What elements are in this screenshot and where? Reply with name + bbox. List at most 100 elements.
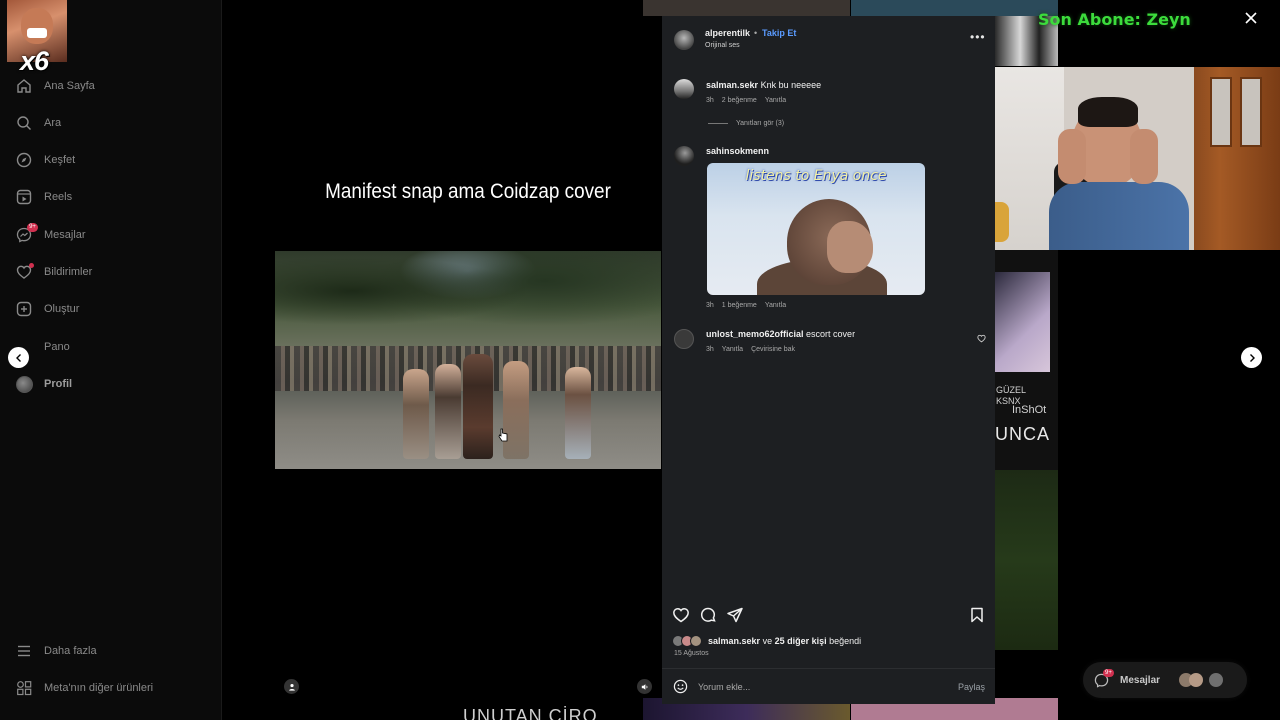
like-comment-icon[interactable]	[977, 334, 986, 343]
sidebar-item-search[interactable]: Ara	[16, 109, 206, 137]
video-dancer	[403, 369, 429, 459]
heart-icon	[16, 263, 34, 280]
comment-username[interactable]: unlost_memo62official	[706, 329, 804, 339]
sidebar-item-profile[interactable]: Profil	[16, 370, 206, 398]
right-thumbnail[interactable]	[995, 272, 1050, 372]
author-username[interactable]: alperentilk	[705, 28, 750, 38]
post-comment-button[interactable]: Paylaş	[958, 682, 985, 692]
meta-products-button[interactable]: Meta'nın diğer ürünleri	[16, 674, 206, 702]
next-post-button[interactable]	[1241, 347, 1262, 368]
subscriber-banner: Son Abone: Zeyn	[1038, 10, 1191, 29]
search-icon	[16, 115, 32, 131]
thumbnail-text: UNUTAN CİRO	[463, 706, 598, 720]
avatar	[1209, 673, 1223, 687]
share-icon[interactable]	[726, 606, 744, 624]
webcam-overlay	[954, 67, 1280, 250]
close-icon[interactable]	[1243, 10, 1259, 26]
video-dancer	[435, 364, 461, 459]
notification-dot	[29, 263, 34, 268]
plus-square-icon	[16, 301, 32, 317]
messenger-icon: 9+	[16, 223, 38, 243]
sidebar-item-create[interactable]: Oluştur	[16, 295, 206, 323]
follow-button[interactable]: Takip Et	[762, 28, 796, 38]
mute-button[interactable]	[637, 679, 652, 694]
see-translation-button[interactable]: Çevirisine bak	[751, 346, 795, 353]
post-video[interactable]	[275, 251, 661, 469]
hamburger-icon	[16, 643, 32, 659]
chevron-right-icon	[1249, 353, 1255, 362]
user-icon	[288, 683, 295, 691]
see-replies-button[interactable]: Yanıtları gör (3)	[708, 120, 784, 127]
more-menu-button[interactable]: Daha fazla	[16, 637, 206, 665]
meme-face	[21, 8, 53, 44]
tile-text: InShOt	[1012, 404, 1047, 416]
comment-icon[interactable]	[699, 606, 717, 624]
comment-likes[interactable]: 1 beğenme	[722, 302, 757, 309]
post-actions	[662, 606, 995, 628]
sidebar-item-reels[interactable]: Reels	[16, 183, 206, 211]
comment-username[interactable]: sahinsokmenn	[706, 146, 769, 156]
top-thumbnail[interactable]	[851, 0, 1058, 16]
grid-apps-icon	[16, 680, 32, 696]
video-dancer	[503, 361, 529, 459]
comment-composer: Paylaş	[662, 668, 995, 704]
webcam-person-shirt	[1049, 182, 1189, 250]
sidebar-item-label: Reels	[44, 191, 73, 203]
reply-button[interactable]: Yanıtla	[765, 97, 786, 104]
webcam-door	[1194, 67, 1280, 250]
reply-button[interactable]: Yanıtla	[722, 346, 743, 353]
sidebar-item-explore[interactable]: Keşfet	[16, 146, 206, 174]
sidebar-item-messages[interactable]: 9+ Mesajlar	[16, 221, 206, 249]
like-icon[interactable]	[672, 606, 690, 624]
author-avatar[interactable]	[674, 30, 694, 50]
reels-icon	[16, 189, 32, 205]
post-caption: Manifest snap ama Coidzap cover	[325, 180, 611, 203]
top-thumbnail[interactable]	[643, 0, 850, 16]
sidebar-item-dashboard[interactable]: Pano	[16, 333, 206, 361]
meta-products-label: Meta'nın diğer ürünleri	[44, 682, 154, 694]
comment-time: 3h	[706, 97, 714, 104]
audio-label[interactable]: Orijinal ses	[705, 42, 740, 49]
video-dancer	[565, 367, 591, 459]
right-thumbnail[interactable]	[995, 470, 1058, 650]
video-trees	[275, 251, 661, 351]
likes-summary: salman.sekr ve 25 diğer kişi beğendi	[672, 635, 861, 647]
comment-time: 3h	[706, 302, 714, 309]
save-bookmark-icon[interactable]	[968, 606, 986, 624]
comment-username[interactable]: salman.sekr	[706, 80, 758, 90]
commenter-avatar[interactable]	[674, 79, 694, 99]
webcam-door-glass	[1210, 77, 1232, 147]
reply-button[interactable]: Yanıtla	[765, 302, 786, 309]
see-replies-label: Yanıtları gör (3)	[736, 120, 785, 127]
sidebar-item-notifications[interactable]: Bildirimler	[16, 258, 206, 286]
video-dancer	[463, 354, 493, 459]
tag-user-button[interactable]	[284, 679, 299, 694]
avatar	[690, 635, 702, 647]
commenter-avatar[interactable]	[674, 329, 694, 349]
comment-input[interactable]	[698, 679, 938, 695]
sidebar-item-label: Pano	[44, 341, 70, 353]
comment-gif[interactable]: listens to Enya once	[707, 163, 925, 295]
liked-by-others[interactable]: 25 diğer kişi	[775, 636, 827, 646]
commenter-avatar[interactable]	[674, 146, 694, 166]
liked-by-user[interactable]: salman.sekr	[708, 636, 760, 646]
comment-likes[interactable]: 2 beğenme	[722, 97, 757, 104]
messages-pill[interactable]: 9+ Mesajlar	[1083, 662, 1247, 698]
sidebar-item-label: Profil	[44, 378, 73, 390]
post-header: alperentilk • Takip Et Orijinal ses •••	[662, 16, 995, 62]
more-label: Daha fazla	[44, 645, 97, 657]
emoji-icon[interactable]	[673, 679, 688, 694]
more-options-icon[interactable]: •••	[970, 30, 986, 44]
sidebar-item-label: Bildirimler	[44, 266, 93, 278]
compass-icon	[16, 152, 32, 168]
previous-post-button[interactable]	[8, 347, 29, 368]
sidebar-item-label: Oluştur	[44, 303, 80, 315]
avatar	[1189, 673, 1203, 687]
home-icon	[16, 78, 32, 94]
tile-text: GÜZEL	[996, 385, 1027, 395]
messages-badge: 9+	[27, 223, 38, 232]
sidebar-item-label: Ana Sayfa	[44, 80, 95, 92]
messages-badge: 9+	[1103, 669, 1114, 677]
webcam-person-hand	[1130, 129, 1158, 184]
sidebar: ram Ana Sayfa Ara Keşfet Reels 9+ Mesajl…	[0, 0, 222, 720]
